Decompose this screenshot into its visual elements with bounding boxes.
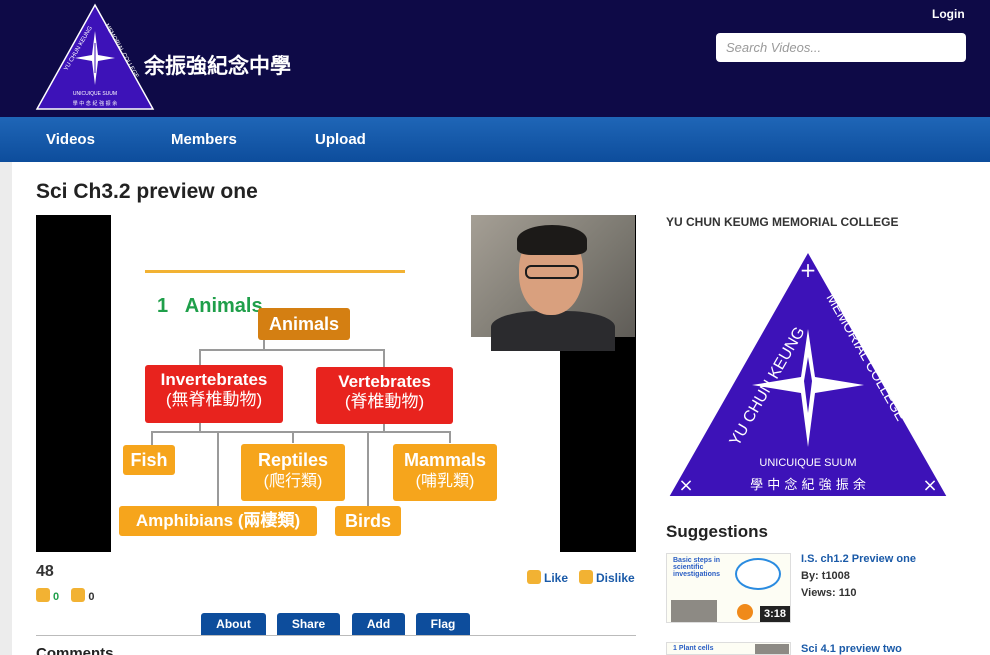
node-invertebrates-cn: (無脊椎動物): [165, 390, 263, 410]
suggestion-thumb-text: Basic steps in scientific investigations: [673, 557, 721, 578]
orange-icon: [737, 604, 753, 620]
tab-add[interactable]: Add: [352, 613, 405, 636]
node-vertebrates-cn: (脊椎動物): [344, 392, 425, 412]
svg-text:+: +: [800, 258, 817, 282]
presenter-glasses: [525, 265, 579, 279]
nav-upload[interactable]: Upload: [315, 131, 366, 148]
node-invertebrates: Invertebrates (無脊椎動物): [145, 365, 283, 423]
suggestions-heading: Suggestions: [666, 522, 769, 541]
thumbs-up-icon: [527, 570, 541, 584]
connector: [367, 431, 369, 507]
connector: [449, 431, 451, 443]
suggestion-title-link[interactable]: I.S. ch1.2 Preview one: [801, 553, 916, 565]
video-slide: 1 Animals Animals Invertebrates (無脊椎動物) …: [111, 215, 635, 552]
slide-rule: [145, 270, 405, 273]
suggestion-title-link[interactable]: Sci 4.1 preview two: [801, 643, 902, 655]
tab-share[interactable]: Share: [277, 613, 340, 636]
connector: [199, 349, 385, 351]
slide-heading-number: 1: [157, 295, 169, 317]
node-vertebrates-label: Vertebrates: [338, 372, 431, 391]
school-crest-icon: YU CHUN KEUNG MEMORIAL COLLEGE UNICUIQUE…: [666, 248, 950, 498]
presenter-thumb: [755, 644, 789, 654]
node-vertebrates: Vertebrates (脊椎動物): [316, 367, 453, 424]
presenter-hair: [517, 225, 587, 255]
tabs-divider: [36, 635, 636, 636]
presenter-thumb: [671, 600, 717, 622]
thumbs-up-icon: [36, 588, 50, 602]
search-input[interactable]: [716, 33, 966, 62]
thumbs-down-icon: [579, 570, 593, 584]
connector: [217, 431, 219, 507]
suggestion-views: Views: 110: [801, 587, 857, 599]
svg-text:UNICUIQUE SUUM: UNICUIQUE SUUM: [73, 91, 117, 97]
suggestion-thumbnail[interactable]: 1 Plant cells: [666, 642, 791, 655]
node-reptiles-label: Reptiles: [257, 450, 329, 470]
dislike-count: 0: [88, 591, 95, 603]
node-mammals: Mammals (哺乳類): [393, 444, 497, 501]
node-amphibians: Amphibians (兩棲類): [119, 506, 317, 536]
node-mammals-cn: (哺乳類): [415, 472, 475, 490]
site-header: UNICUIQUE SUUM 學 中 念 紀 強 振 余 YU CHUN KEU…: [0, 0, 990, 117]
like-count: 0: [53, 591, 60, 603]
slide-heading: 1 Animals: [157, 295, 263, 318]
node-reptiles: Reptiles (爬行類): [241, 444, 345, 501]
cartoon-icon: [735, 558, 781, 590]
rating-counts: 0 0: [36, 588, 94, 603]
video-title: Sci Ch3.2 preview one: [36, 180, 258, 203]
nav-videos[interactable]: Videos: [46, 131, 95, 148]
school-logo-icon[interactable]: UNICUIQUE SUUM 學 中 念 紀 強 振 余 YU CHUN KEU…: [35, 3, 155, 111]
tab-about[interactable]: About: [201, 613, 266, 636]
node-fish: Fish: [123, 445, 175, 475]
school-name: 余振強紀念中學: [144, 53, 291, 78]
node-animals: Animals: [258, 308, 350, 340]
main-nav: Videos Members Upload: [0, 117, 990, 162]
slide-heading-text: Animals: [184, 295, 263, 317]
node-birds: Birds: [335, 506, 401, 536]
tab-flag[interactable]: Flag: [416, 613, 470, 636]
sidebar-title: YU CHUN KEUMG MEMORIAL COLLEGE: [666, 215, 899, 229]
svg-text:學 中 念 紀 強 振 余: 學 中 念 紀 強 振 余: [73, 100, 118, 107]
login-link[interactable]: Login: [932, 7, 965, 21]
suggestion-author: By: t1008: [801, 570, 850, 582]
comments-heading: Comments: [36, 648, 116, 655]
dislike-button[interactable]: Dislike: [579, 570, 635, 585]
node-mammals-label: Mammals: [403, 450, 487, 470]
nav-members[interactable]: Members: [171, 131, 237, 148]
presenter-body: [491, 311, 615, 351]
video-player[interactable]: 1 Animals Animals Invertebrates (無脊椎動物) …: [36, 215, 636, 552]
suggestion-thumbnail[interactable]: Basic steps in scientific investigations…: [666, 553, 791, 623]
svg-text:×: ×: [922, 475, 937, 496]
node-reptiles-cn: (爬行類): [263, 472, 323, 490]
connector: [292, 431, 294, 443]
connector: [151, 431, 450, 433]
view-count: 48: [36, 563, 54, 580]
node-invertebrates-label: Invertebrates: [160, 370, 268, 389]
svg-text:×: ×: [678, 475, 693, 496]
suggestion-thumb-text: 1 Plant cells: [673, 645, 714, 652]
thumbs-down-icon: [71, 588, 86, 602]
svg-text:UNICUIQUE SUUM: UNICUIQUE SUUM: [759, 457, 856, 469]
dislike-label: Dislike: [596, 571, 635, 585]
connector: [383, 349, 385, 369]
like-button[interactable]: Like: [527, 570, 568, 585]
video-duration: 3:18: [759, 606, 790, 622]
webcam-overlay: [471, 215, 635, 351]
like-label: Like: [544, 571, 569, 585]
svg-text:學 中 念 紀 強 振 余: 學 中 念 紀 強 振 余: [750, 477, 866, 493]
